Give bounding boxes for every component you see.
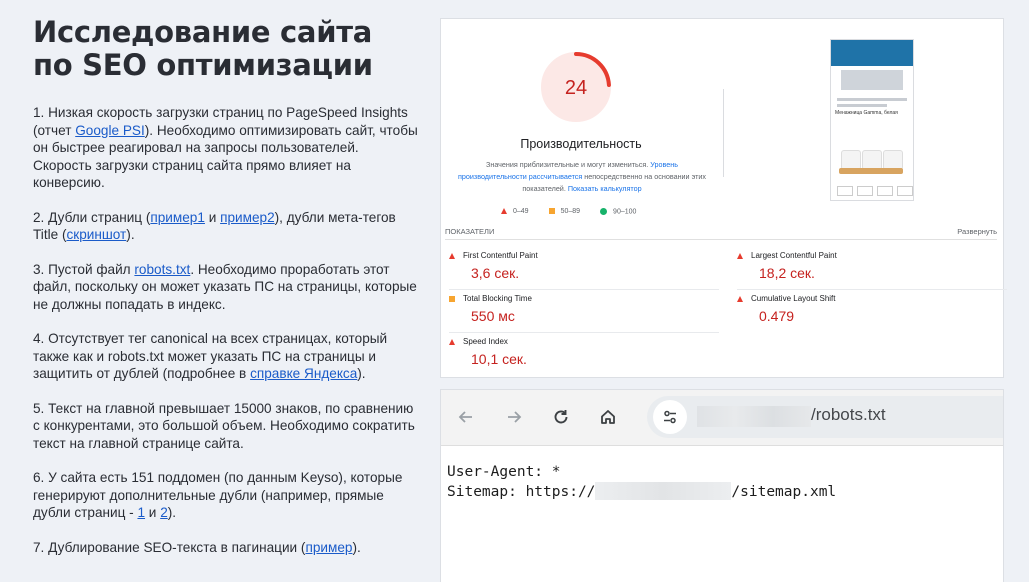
preview-product-cup [883,150,903,170]
triangle-icon [737,295,743,302]
divider [445,239,997,240]
issue-item-3: 3. Пустой файл robots.txt. Необходимо пр… [33,261,418,314]
robots-browser-screenshot: /robots.txt User-Agent: * Sitemap: https… [440,389,1004,582]
issue-item-7: 7. Дублирование SEO-текста в пагинации (… [33,539,418,557]
triangle-icon [449,252,455,259]
issue-list: 1. Низкая скорость загрузки страниц по P… [33,104,418,556]
blurred-domain [595,482,732,500]
issue-item-2: 2. Дубли страниц (пример1 и пример2), ду… [33,209,418,244]
browser-toolbar: /robots.txt [441,390,1003,446]
metric-label: Cumulative Layout Shift [751,294,836,303]
metric-lcp: Largest Contentful Paint 18,2 сек. [737,251,1007,290]
example1-link[interactable]: пример1 [150,210,205,225]
metric-value: 10,1 сек. [471,351,527,367]
title-line-2: по SEO оптимизации [33,48,373,82]
metrics-label: ПОКАЗАТЕЛИ [445,227,495,236]
legend-label: 90–100 [613,208,637,216]
issue-text: 5. Текст на главной превышает 15000 знак… [33,400,415,451]
google-psi-link[interactable]: Google PSI [75,123,145,138]
metric-cls: Cumulative Layout Shift 0.479 [737,294,1007,324]
yandex-help-link[interactable]: справке Яндекса [250,366,357,381]
home-icon[interactable] [595,404,621,430]
note-text: Значения приблизительные и могут изменит… [486,160,651,169]
page-title: Исследование сайта по SEO оптимизации [33,16,418,82]
issue-text: 6. У сайта есть 151 поддомен (по данным … [33,470,403,520]
title-line-1: Исследование сайта [33,15,373,49]
report-column: Исследование сайта по SEO оптимизации 1.… [33,16,418,573]
circle-icon [600,208,608,215]
page-preview-thumbnail: Менажница Gamma, белая [830,39,914,201]
issue-item-1: 1. Низкая скорость загрузки страниц по P… [33,104,418,192]
issue-text: 7. Дублирование SEO-текста в пагинации ( [33,539,306,555]
square-icon [548,208,555,215]
performance-title: Производительность [520,137,642,151]
metric-fcp: First Contentful Paint 3,6 сек. [449,251,719,290]
preview-product-cup [841,150,861,170]
issue-text: ). [357,366,366,381]
preview-blurred-area [841,70,903,90]
triangle-icon [737,252,743,259]
metric-speed-index: Speed Index 10,1 сек. [449,337,719,367]
performance-gauge: 24 [541,52,611,122]
legend-label: 0–49 [513,208,529,215]
preview-caption: Менажница Gamma, белая [835,110,898,116]
sitemap-suffix: /sitemap.xml [731,484,837,500]
issue-text: ). [352,539,361,555]
issue-text: 2. Дубли страниц ( [33,209,151,225]
example2-link[interactable]: пример2 [220,210,275,225]
reload-icon[interactable] [548,404,574,430]
metric-label: Speed Index [463,337,508,346]
metric-label: Total Blocking Time [463,294,532,303]
metric-value: 18,2 сек. [759,265,815,281]
blurred-domain [697,406,811,427]
robots-line-user-agent: User-Agent: * [447,464,561,480]
back-arrow-icon[interactable] [453,404,479,430]
triangle-icon [449,338,455,345]
triangle-icon [501,208,507,215]
issue-text: ). [167,505,177,520]
divider [723,89,724,177]
pagination-example-link[interactable]: пример [305,540,352,555]
legend-average: 50–89 [548,208,581,215]
duplicate-2-link[interactable]: 2 [160,505,168,520]
metric-label: Largest Contentful Paint [751,251,837,260]
metric-value: 0.479 [759,308,795,324]
calculator-link[interactable]: Показать калькулятор [568,184,642,193]
square-icon [449,295,455,302]
expand-link[interactable]: Развернуть [957,227,997,236]
robots-content: User-Agent: * Sitemap: https:// /sitemap.… [441,446,1003,518]
legend-good: 90–100 [600,208,636,215]
issue-item-6: 6. У сайта есть 151 поддомен (по данным … [33,469,418,522]
screenshot-link[interactable]: скриншот [66,227,126,242]
preview-product-board [839,168,903,174]
preview-text-line [837,104,887,107]
score-legend: 0–49 50–89 90–100 [501,208,636,215]
performance-score: 24 [565,77,587,99]
legend-bad: 0–49 [501,208,529,215]
site-settings-icon[interactable] [653,400,687,434]
preview-header [831,40,913,66]
metric-tbt: Total Blocking Time 550 мс [449,294,719,333]
forward-arrow-icon[interactable] [501,404,527,430]
preview-text-line [837,98,907,101]
preview-product-cup [862,150,882,170]
metric-label: First Contentful Paint [463,251,538,260]
issue-text: 3. Пустой файл [33,261,135,277]
issue-text: ). [126,227,135,242]
issue-text: и [204,209,221,225]
metric-value: 550 мс [471,308,515,324]
sitemap-prefix: Sitemap: https:// [447,484,596,500]
legend-label: 50–89 [560,208,581,215]
metric-value: 3,6 сек. [471,265,520,281]
performance-note: Значения приблизительные и могут изменит… [457,159,707,195]
pagespeed-screenshot: 24 Производительность Значения приблизит… [440,18,1007,378]
robots-link[interactable]: robots.txt [134,262,190,277]
preview-thumbnails [837,186,913,196]
duplicate-1-link[interactable]: 1 [137,505,145,520]
issue-item-5: 5. Текст на главной превышает 15000 знак… [33,400,418,453]
metrics-header: ПОКАЗАТЕЛИ Развернуть [445,227,997,236]
address-url[interactable]: /robots.txt [811,405,886,425]
issue-text: и [145,505,161,520]
issue-item-4: 4. Отсутствует тег canonical на всех стр… [33,330,418,383]
